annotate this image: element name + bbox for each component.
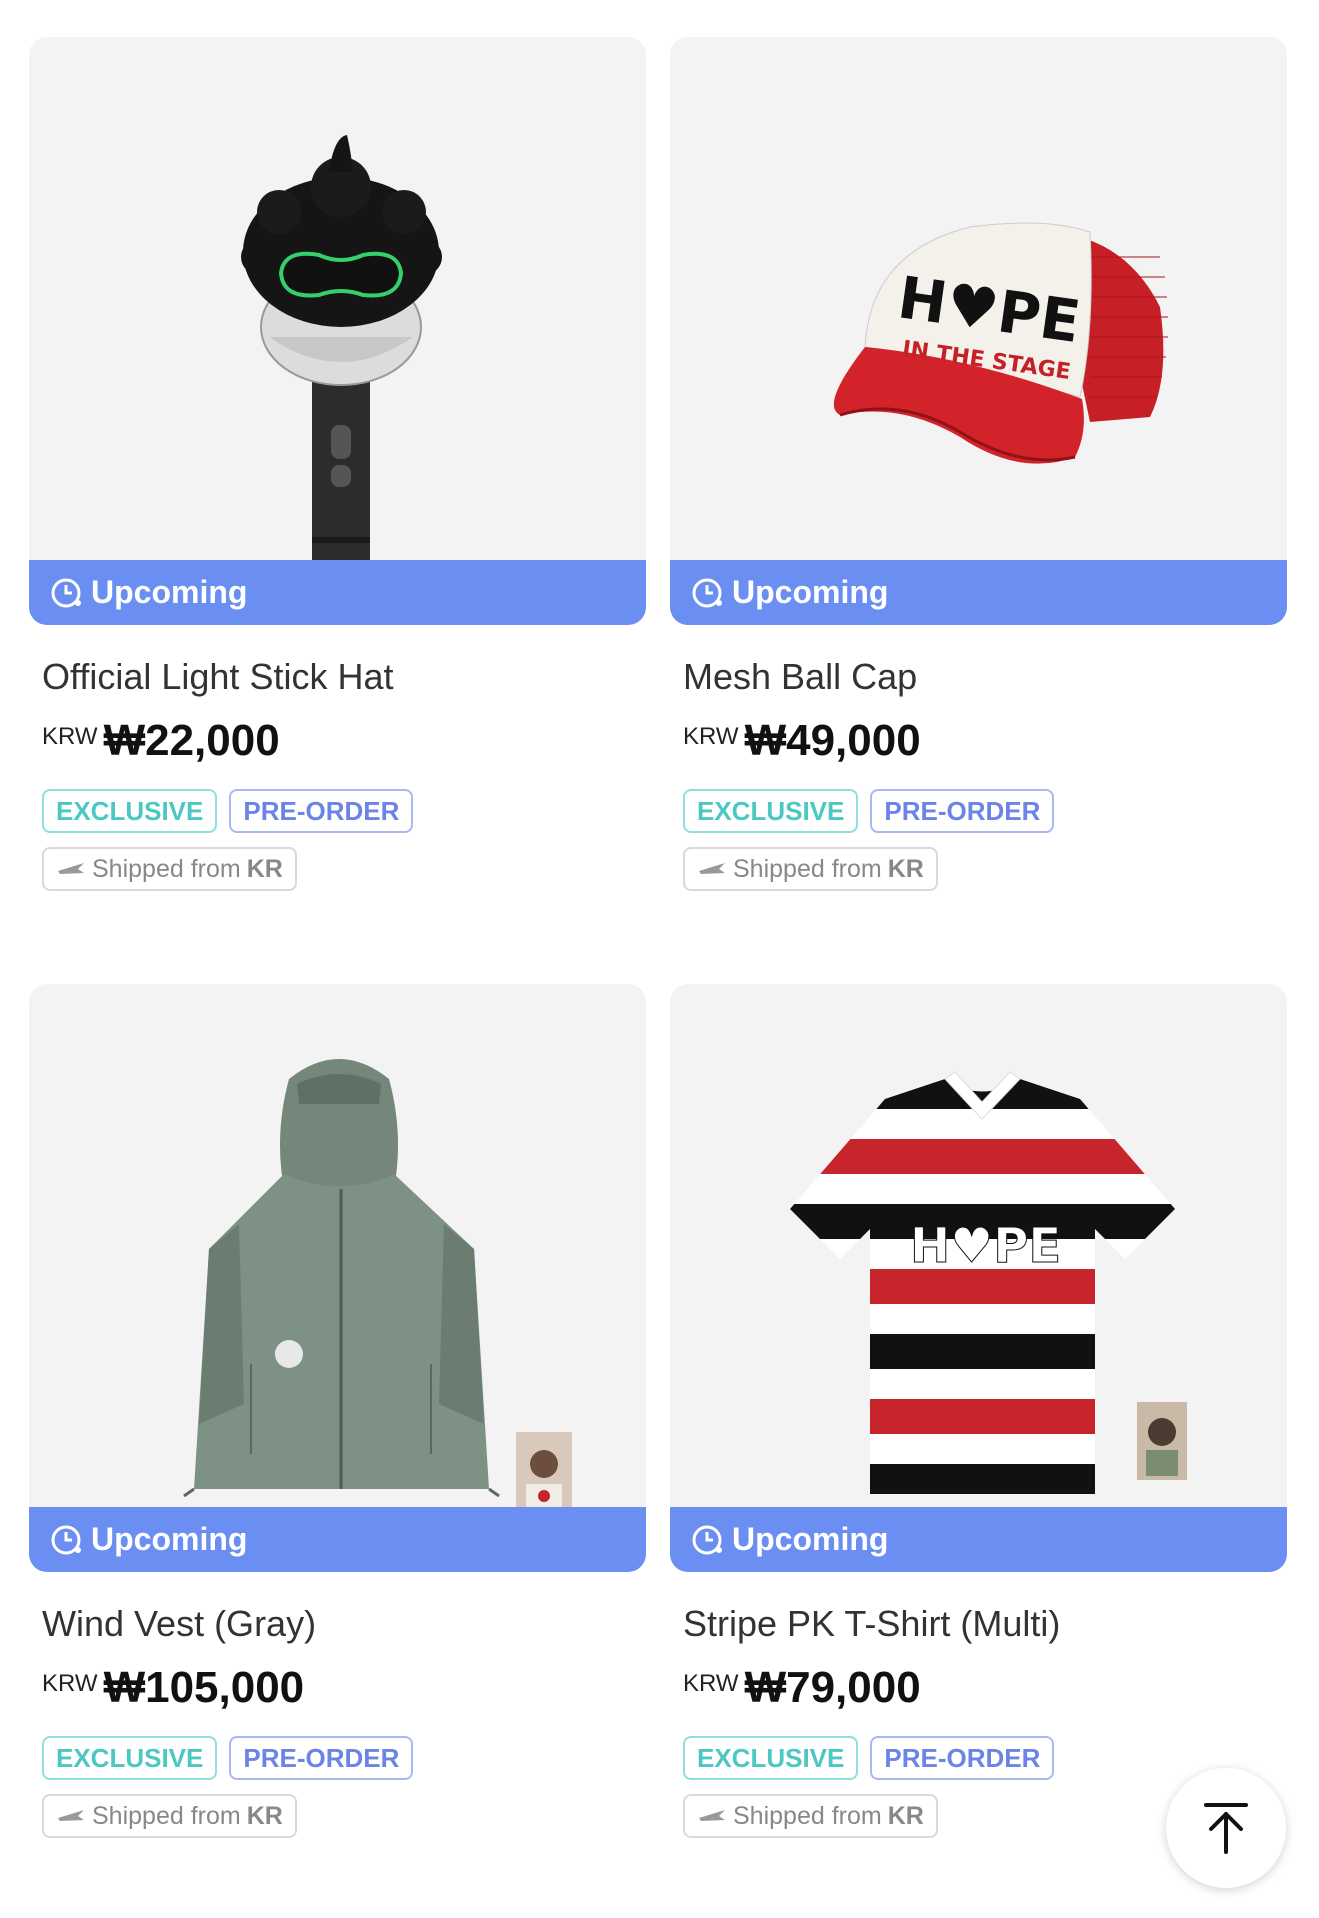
airplane-icon (697, 859, 727, 879)
shipping-label: Shipped from (733, 854, 882, 883)
product-card[interactable]: H♥PE Upcoming Stripe PK T-Shirt (Multi) … (670, 984, 1287, 1885)
status-bar: Upcoming (670, 1507, 1287, 1572)
shipping-badge: Shipped from KR (683, 1794, 938, 1838)
exclusive-badge: EXCLUSIVE (683, 1736, 859, 1780)
price-row: KRW ₩79,000 (670, 1664, 1287, 1712)
status-bar: Upcoming (29, 560, 646, 625)
price-row: KRW ₩49,000 (670, 717, 1287, 765)
product-price: ₩49,000 (744, 716, 921, 765)
status-label: Upcoming (91, 1521, 248, 1557)
status-bar: Upcoming (29, 1507, 646, 1572)
mesh-ball-cap-image: H♥PE IN THE STAGE (833, 222, 1168, 464)
price-row: KRW ₩105,000 (29, 1664, 646, 1712)
product-card[interactable]: Upcoming Wind Vest (Gray) KRW ₩105,000 E… (29, 984, 646, 1885)
preorder-badge: PRE-ORDER (229, 1736, 414, 1780)
clock-icon (49, 1523, 83, 1557)
currency-code: KRW (42, 723, 98, 750)
status-bar: Upcoming (670, 560, 1287, 625)
product-grid: Upcoming Official Light Stick Hat KRW ₩2… (29, 37, 1287, 1885)
currency-code: KRW (683, 723, 739, 750)
product-title[interactable]: Mesh Ball Cap (670, 655, 1287, 699)
shipping-origin: KR (887, 1801, 924, 1830)
preorder-badge: PRE-ORDER (870, 1736, 1055, 1780)
stripe-pk-tshirt-image: H♥PE (790, 1071, 1187, 1494)
exclusive-badge: EXCLUSIVE (683, 789, 859, 833)
wind-vest-image (183, 1059, 572, 1516)
status-label: Upcoming (732, 574, 889, 610)
exclusive-badge: EXCLUSIVE (42, 789, 218, 833)
badge-row: EXCLUSIVE PRE-ORDER (670, 789, 1287, 833)
badge-row: EXCLUSIVE PRE-ORDER (670, 1736, 1287, 1780)
shipping-label: Shipped from (92, 854, 241, 883)
shipping-badge: Shipped from KR (42, 1794, 297, 1838)
shipping-badge: Shipped from KR (683, 847, 938, 891)
shipping-label: Shipped from (733, 1801, 882, 1830)
shipping-badge: Shipped from KR (42, 847, 297, 891)
badge-row: EXCLUSIVE PRE-ORDER (29, 1736, 646, 1780)
light-stick-hat-image (241, 135, 442, 575)
shipping-label: Shipped from (92, 1801, 241, 1830)
product-price: ₩22,000 (103, 716, 280, 765)
status-label: Upcoming (732, 1521, 889, 1557)
product-card[interactable]: Upcoming Official Light Stick Hat KRW ₩2… (29, 37, 646, 938)
currency-code: KRW (42, 1670, 98, 1697)
preorder-badge: PRE-ORDER (229, 789, 414, 833)
product-image[interactable]: Upcoming (29, 37, 646, 625)
product-card[interactable]: H♥PE IN THE STAGE Upcoming Mesh Ball Cap… (670, 37, 1287, 938)
status-label: Upcoming (91, 574, 248, 610)
clock-icon (690, 1523, 724, 1557)
shipping-origin: KR (887, 854, 924, 883)
airplane-icon (56, 1806, 86, 1826)
airplane-icon (56, 859, 86, 879)
scroll-to-top-button[interactable] (1166, 1768, 1286, 1888)
product-title[interactable]: Stripe PK T-Shirt (Multi) (670, 1602, 1287, 1646)
product-image[interactable]: H♥PE Upcoming (670, 984, 1287, 1572)
price-row: KRW ₩22,000 (29, 717, 646, 765)
badge-row: EXCLUSIVE PRE-ORDER (29, 789, 646, 833)
product-image[interactable]: Upcoming (29, 984, 646, 1572)
exclusive-badge: EXCLUSIVE (42, 1736, 218, 1780)
preorder-badge: PRE-ORDER (870, 789, 1055, 833)
product-image[interactable]: H♥PE IN THE STAGE Upcoming (670, 37, 1287, 625)
product-title[interactable]: Wind Vest (Gray) (29, 1602, 646, 1646)
product-title[interactable]: Official Light Stick Hat (29, 655, 646, 699)
airplane-icon (697, 1806, 727, 1826)
product-price: ₩79,000 (744, 1663, 921, 1712)
shipping-origin: KR (246, 1801, 283, 1830)
clock-icon (690, 576, 724, 610)
arrow-up-to-top-icon (1204, 1803, 1248, 1854)
clock-icon (49, 576, 83, 610)
shirt-logo: H♥PE (910, 1218, 1061, 1274)
currency-code: KRW (683, 1670, 739, 1697)
product-price: ₩105,000 (103, 1663, 305, 1712)
shipping-origin: KR (246, 854, 283, 883)
